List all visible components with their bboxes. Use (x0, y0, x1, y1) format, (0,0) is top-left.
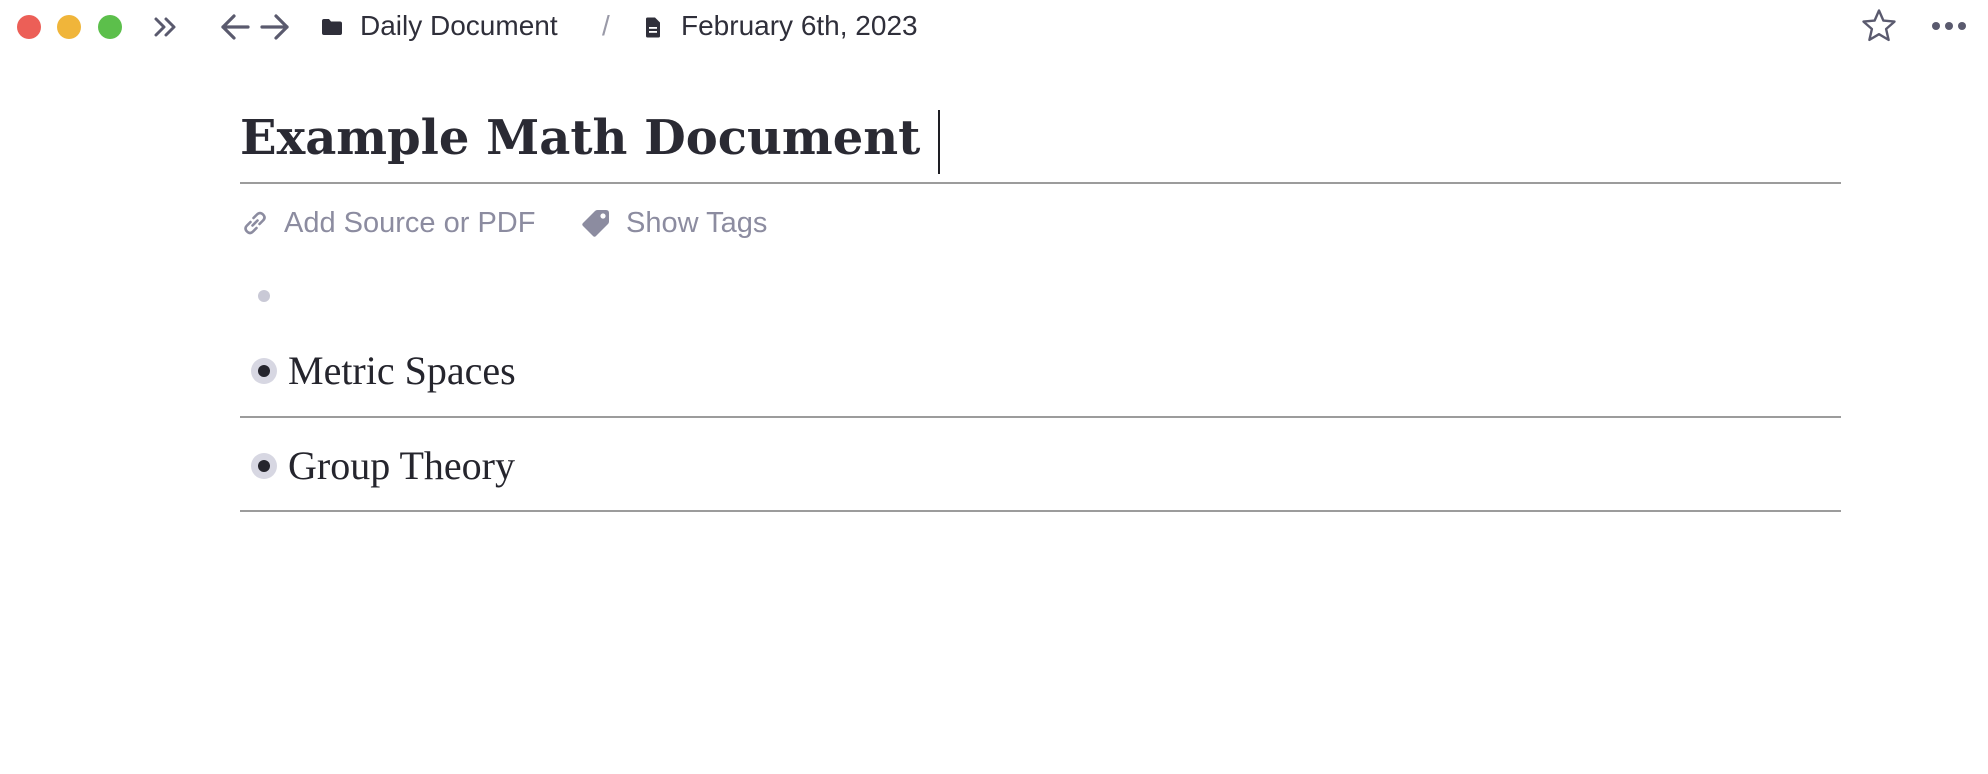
add-source-label: Add Source or PDF (284, 206, 536, 239)
show-tags-button[interactable]: Show Tags (580, 206, 767, 240)
block-bullet[interactable] (251, 453, 277, 479)
zoom-window-button[interactable] (98, 15, 122, 39)
window-toolbar: Daily Document / February 6th, 2023 (0, 0, 1988, 52)
title-divider (240, 182, 1841, 184)
block-divider (240, 416, 1841, 418)
empty-block-bullet[interactable] (258, 290, 270, 302)
block-label[interactable]: Metric Spaces (288, 347, 516, 395)
block-row[interactable]: Group Theory (240, 436, 1841, 496)
show-tags-label: Show Tags (626, 206, 768, 239)
close-window-button[interactable] (17, 15, 41, 39)
document-title[interactable]: Example Math Document (240, 108, 920, 168)
back-arrow-icon[interactable] (218, 12, 252, 42)
text-cursor (938, 110, 940, 174)
block-bullet[interactable] (251, 358, 277, 384)
breadcrumb-separator: / (602, 10, 610, 41)
double-chevron-right-icon[interactable] (152, 14, 180, 40)
star-icon[interactable] (1860, 7, 1898, 45)
folder-icon (321, 17, 343, 37)
block-row[interactable]: Metric Spaces (240, 341, 1841, 401)
tag-icon (580, 207, 612, 239)
document-icon (644, 15, 662, 39)
minimize-window-button[interactable] (57, 15, 81, 39)
breadcrumb-folder[interactable]: Daily Document (360, 8, 558, 44)
breadcrumb-page[interactable]: February 6th, 2023 (681, 8, 918, 44)
forward-arrow-icon[interactable] (258, 12, 292, 42)
block-divider (240, 510, 1841, 512)
add-source-button[interactable]: Add Source or PDF (240, 206, 535, 240)
link-icon (240, 208, 270, 238)
more-horizontal-icon[interactable] (1930, 18, 1968, 34)
block-label[interactable]: Group Theory (288, 442, 515, 490)
